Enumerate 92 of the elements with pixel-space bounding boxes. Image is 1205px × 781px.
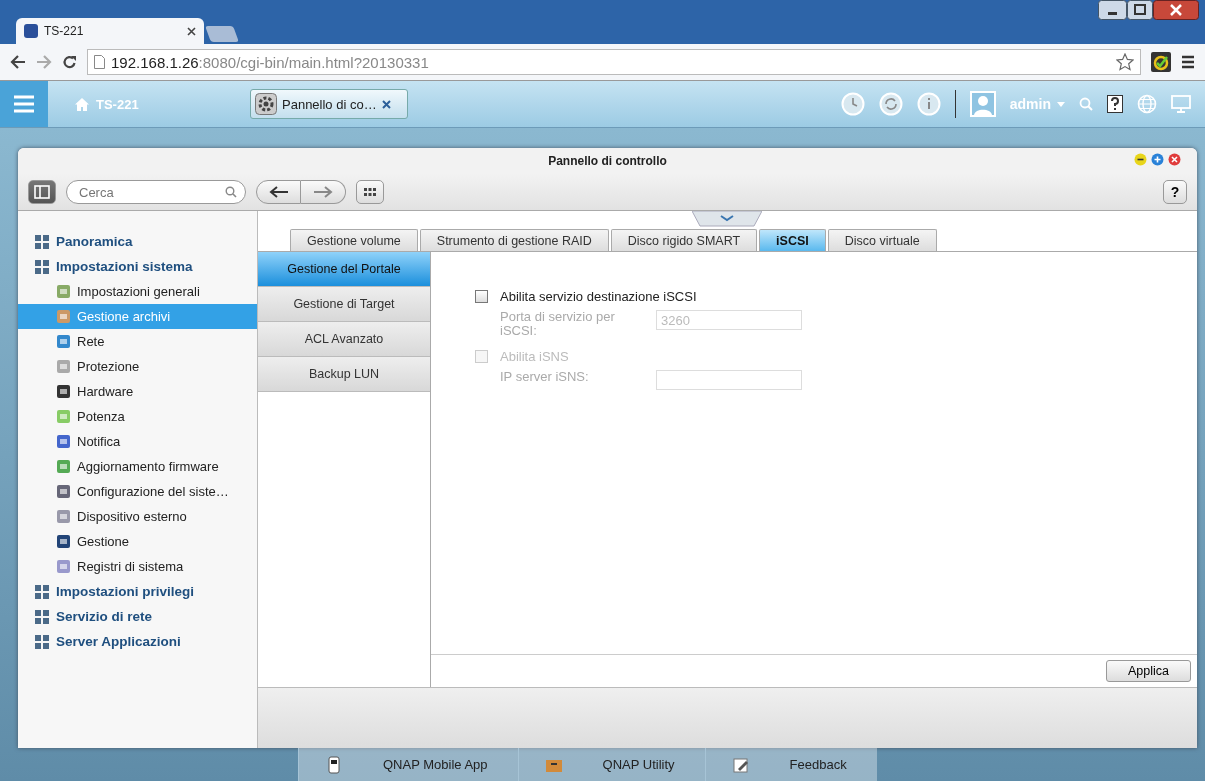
sidebar-item[interactable]: Impostazioni generali <box>18 279 257 304</box>
sync-icon[interactable] <box>878 92 903 116</box>
collapse-handle[interactable] <box>692 211 762 227</box>
taskbar-item[interactable]: Feedback <box>704 748 877 781</box>
checkbox-label: Abilita servizio destinazione iSCSI <box>500 288 697 304</box>
apps-grid-button[interactable] <box>356 180 384 204</box>
window-title: Pannello di controllo <box>548 154 667 168</box>
sidebar-item[interactable]: Notifica <box>18 429 257 454</box>
section-icon <box>34 258 50 275</box>
settings-item-icon <box>56 409 71 424</box>
taskbar-item[interactable]: QNAP Utility <box>517 748 705 781</box>
gear-icon <box>255 93 277 115</box>
address-bar[interactable]: 192.168.1.26:8080/cgi-bin/main.html?20130331 <box>87 49 1141 75</box>
help-icon[interactable] <box>1107 95 1123 113</box>
subnav-item[interactable]: Gestione di Target <box>258 287 430 322</box>
tab[interactable]: Strumento di gestione RAID <box>419 229 609 251</box>
sidebar-toggle-button[interactable] <box>28 180 56 204</box>
sidebar-item[interactable]: Configurazione del siste… <box>18 479 257 504</box>
pencil-icon <box>731 755 750 774</box>
sidebar-item[interactable]: Rete <box>18 329 257 354</box>
settings-item-icon <box>56 284 71 299</box>
sidebar-item[interactable]: Hardware <box>18 379 257 404</box>
sidebar-section[interactable]: Servizio di rete <box>18 604 257 629</box>
settings-item-icon <box>56 359 71 374</box>
sidebar-section[interactable]: Impostazioni sistema <box>18 254 257 279</box>
section-icon <box>34 633 50 650</box>
field-label: IP server iSNS: <box>500 370 590 384</box>
arrow-left-icon <box>268 186 289 198</box>
search-icon <box>225 186 237 198</box>
settings-item-icon <box>56 309 71 324</box>
sidebar-section[interactable]: Impostazioni privilegi <box>18 579 257 604</box>
subnav-item[interactable]: ACL Avanzato <box>258 322 430 357</box>
page-icon <box>94 55 105 69</box>
back-icon[interactable] <box>10 55 26 69</box>
apply-button[interactable]: Applica <box>1106 660 1191 682</box>
sidebar-section[interactable]: Server Applicazioni <box>18 629 257 654</box>
grid-icon <box>364 188 376 196</box>
clock-icon[interactable] <box>840 92 865 116</box>
maximize-icon[interactable] <box>1127 0 1153 20</box>
checkbox[interactable] <box>475 289 488 303</box>
search-field[interactable]: Cerca <box>66 180 246 204</box>
main-menu-button[interactable] <box>0 81 48 127</box>
browser-tab[interactable]: TS-221 <box>16 18 204 44</box>
menu-icon[interactable] <box>1181 55 1195 69</box>
checkbox-label: Abilita iSNS <box>500 348 569 364</box>
tab[interactable]: Disco rigido SMART <box>610 229 758 251</box>
subnav-item[interactable]: Backup LUN <box>258 357 430 392</box>
close-icon[interactable] <box>187 26 196 36</box>
app-tab[interactable]: Pannello di co… <box>250 89 408 119</box>
back-button[interactable] <box>256 180 301 204</box>
minimize-icon[interactable] <box>1134 153 1147 166</box>
settings-item-icon <box>56 334 71 349</box>
close-icon[interactable] <box>381 99 391 109</box>
tab[interactable]: iSCSI <box>759 229 826 251</box>
settings-item-icon <box>56 384 71 399</box>
section-icon <box>34 233 50 250</box>
sidebar-item[interactable]: Gestione <box>18 529 257 554</box>
sidebar-section[interactable]: Panoramica <box>18 229 257 254</box>
minimize-icon[interactable] <box>1098 0 1127 20</box>
sidebar-item[interactable]: Potenza <box>18 404 257 429</box>
tab[interactable]: Disco virtuale <box>827 229 937 251</box>
settings-item-icon <box>56 434 71 449</box>
field-label: Porta di servizio per iSCSI: <box>500 310 616 338</box>
section-icon <box>34 583 50 600</box>
device-name: TS-221 <box>96 96 139 112</box>
panel-icon <box>34 185 50 199</box>
section-icon <box>34 608 50 625</box>
sidebar-item[interactable]: Aggiornamento firmware <box>18 454 257 479</box>
help-button[interactable]: ? <box>1163 180 1187 204</box>
settings-item-icon <box>56 534 71 549</box>
taskbar-item[interactable]: QNAP Mobile App <box>298 748 518 781</box>
sidebar-item[interactable]: Registri di sistema <box>18 554 257 579</box>
sidebar-item[interactable]: Protezione <box>18 354 257 379</box>
arrow-right-icon <box>313 186 333 198</box>
logo-icon <box>24 24 38 38</box>
extension-icon[interactable] <box>1151 52 1171 72</box>
caret-icon <box>1057 101 1065 107</box>
tab[interactable]: Gestione volume <box>290 229 418 251</box>
settings-item-icon <box>56 509 71 524</box>
phone-icon <box>325 755 343 774</box>
close-icon[interactable] <box>1153 0 1199 20</box>
settings-item-icon <box>56 484 71 499</box>
menu-icon <box>14 95 34 113</box>
sidebar-item[interactable]: Dispositivo esterno <box>18 504 257 529</box>
new-tab-button[interactable] <box>205 26 239 42</box>
star-icon[interactable] <box>1116 53 1134 71</box>
settings-item-icon <box>56 559 71 574</box>
settings-item-icon <box>56 459 71 474</box>
reload-icon[interactable] <box>62 54 77 70</box>
subnav-item[interactable]: Gestione del Portale <box>258 252 430 287</box>
maximize-icon[interactable] <box>1151 153 1164 166</box>
info-icon[interactable] <box>916 92 941 116</box>
